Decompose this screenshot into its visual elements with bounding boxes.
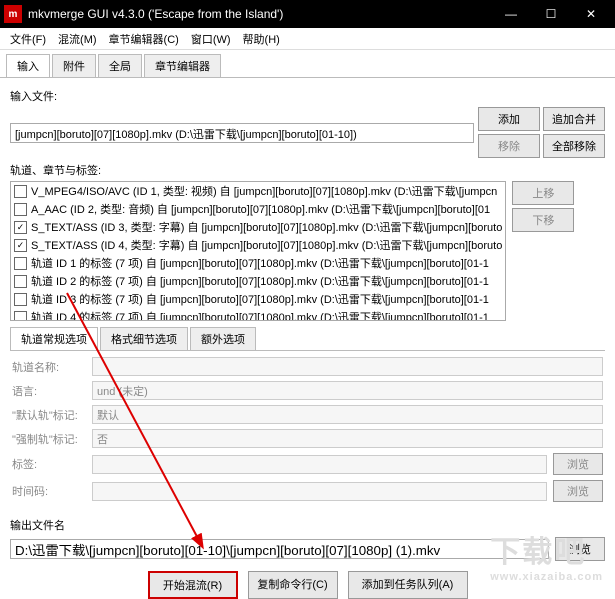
track-text: S_TEXT/ASS (ID 4, 类型: 字幕) 自 [jumpcn][bor… (31, 237, 502, 253)
input-file-display[interactable]: [jumpcn][boruto][07][1080p].mkv (D:\迅雷下载… (10, 123, 474, 143)
input-files-label: 输入文件: (10, 88, 605, 104)
language-label: 语言: (12, 383, 92, 399)
tab-attachments[interactable]: 附件 (52, 54, 96, 77)
titlebar: m mkvmerge GUI v4.3.0 ('Escape from the … (0, 0, 615, 28)
track-text: A_AAC (ID 2, 类型: 音频) 自 [jumpcn][boruto][… (31, 201, 490, 217)
forced-field[interactable]: 否 (92, 429, 603, 448)
remove-button[interactable]: 移除 (478, 134, 540, 158)
maximize-icon[interactable]: ☐ (531, 0, 571, 28)
default-field[interactable]: 默认 (92, 405, 603, 424)
remove-all-button[interactable]: 全部移除 (543, 134, 605, 158)
tags-label: 标签: (12, 456, 92, 472)
track-text: 轨道 ID 4 的标签 (7 项) 自 [jumpcn][boruto][07]… (31, 309, 489, 321)
output-label: 输出文件名 (10, 517, 605, 533)
track-subtabs: 轨道常规选项 格式细节选项 额外选项 (10, 327, 605, 351)
move-up-button[interactable]: 上移 (512, 181, 574, 205)
track-text: 轨道 ID 2 的标签 (7 项) 自 [jumpcn][boruto][07]… (31, 273, 489, 289)
menu-help[interactable]: 帮助(H) (237, 29, 286, 49)
language-field[interactable]: und (未定) (92, 381, 603, 400)
close-icon[interactable]: ✕ (571, 0, 611, 28)
track-row[interactable]: ✓ S_TEXT/ASS (ID 3, 类型: 字幕) 自 [jumpcn][bo… (11, 218, 505, 236)
track-checkbox[interactable] (14, 203, 27, 216)
track-checkbox[interactable] (14, 293, 27, 306)
track-name-label: 轨道名称: (12, 359, 92, 375)
track-checkbox[interactable]: ✓ (14, 221, 27, 234)
track-row[interactable]: 轨道 ID 2 的标签 (7 项) 自 [jumpcn][boruto][07]… (11, 272, 505, 290)
subtab-extra[interactable]: 额外选项 (190, 327, 256, 350)
timecodes-label: 时间码: (12, 483, 92, 499)
track-list[interactable]: V_MPEG4/ISO/AVC (ID 1, 类型: 视频) 自 [jumpcn… (10, 181, 506, 321)
track-name-field[interactable] (92, 357, 603, 376)
move-down-button[interactable]: 下移 (512, 208, 574, 232)
add-button[interactable]: 添加 (478, 107, 540, 131)
default-label: "默认轨"标记: (12, 407, 92, 423)
track-row[interactable]: 轨道 ID 3 的标签 (7 项) 自 [jumpcn][boruto][07]… (11, 290, 505, 308)
timecodes-browse-button[interactable]: 浏览 (553, 480, 603, 502)
track-row[interactable]: V_MPEG4/ISO/AVC (ID 1, 类型: 视频) 自 [jumpcn… (11, 182, 505, 200)
menu-muxing[interactable]: 混流(M) (52, 29, 103, 49)
track-row[interactable]: 轨道 ID 1 的标签 (7 项) 自 [jumpcn][boruto][07]… (11, 254, 505, 272)
track-checkbox[interactable] (14, 275, 27, 288)
menubar: 文件(F) 混流(M) 章节编辑器(C) 窗口(W) 帮助(H) (0, 28, 615, 50)
track-row[interactable]: ✓ S_TEXT/ASS (ID 4, 类型: 字幕) 自 [jumpcn][bo… (11, 236, 505, 254)
output-browse-button[interactable]: 浏览 (555, 537, 605, 561)
forced-label: "强制轨"标记: (12, 431, 92, 447)
main-tabs: 输入 附件 全局 章节编辑器 (0, 50, 615, 78)
track-checkbox[interactable] (14, 257, 27, 270)
tab-chapter-editor[interactable]: 章节编辑器 (144, 54, 221, 77)
menu-window[interactable]: 窗口(W) (185, 29, 237, 49)
timecodes-field[interactable] (92, 482, 547, 501)
track-text: S_TEXT/ASS (ID 3, 类型: 字幕) 自 [jumpcn][bor… (31, 219, 502, 235)
menu-chapter-editor[interactable]: 章节编辑器(C) (103, 29, 185, 49)
tags-field[interactable] (92, 455, 547, 474)
tracks-label: 轨道、章节与标签: (10, 162, 605, 178)
tab-input[interactable]: 输入 (6, 54, 50, 77)
tags-browse-button[interactable]: 浏览 (553, 453, 603, 475)
track-checkbox[interactable] (14, 185, 27, 198)
track-row[interactable]: A_AAC (ID 2, 类型: 音频) 自 [jumpcn][boruto][… (11, 200, 505, 218)
append-button[interactable]: 追加合并 (543, 107, 605, 131)
window-title: mkvmerge GUI v4.3.0 ('Escape from the Is… (28, 7, 491, 21)
track-text: V_MPEG4/ISO/AVC (ID 1, 类型: 视频) 自 [jumpcn… (31, 183, 497, 199)
track-text: 轨道 ID 3 的标签 (7 项) 自 [jumpcn][boruto][07]… (31, 291, 489, 307)
menu-file[interactable]: 文件(F) (4, 29, 52, 49)
subtab-format[interactable]: 格式细节选项 (100, 327, 188, 350)
track-checkbox[interactable]: ✓ (14, 239, 27, 252)
app-icon: m (4, 5, 22, 23)
track-checkbox[interactable] (14, 311, 27, 322)
track-row[interactable]: 轨道 ID 4 的标签 (7 项) 自 [jumpcn][boruto][07]… (11, 308, 505, 321)
tab-global[interactable]: 全局 (98, 54, 142, 77)
track-text: 轨道 ID 1 的标签 (7 项) 自 [jumpcn][boruto][07]… (31, 255, 489, 271)
minimize-icon[interactable]: — (491, 0, 531, 28)
subtab-general[interactable]: 轨道常规选项 (10, 327, 98, 350)
output-file-field[interactable] (10, 539, 549, 559)
